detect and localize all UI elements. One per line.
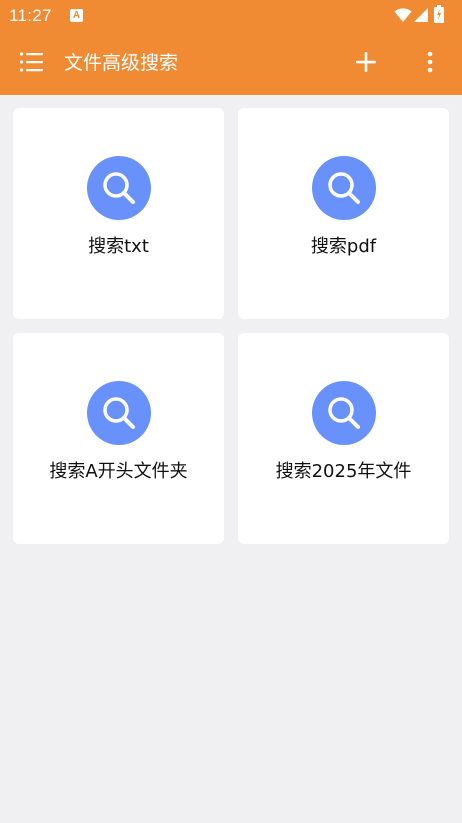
app-header: 11:27 A 文件高级搜索 <box>0 0 462 95</box>
status-icons <box>394 5 454 26</box>
more-vertical-icon <box>427 51 433 73</box>
plus-icon <box>356 52 376 72</box>
search-card-a-folders[interactable]: 搜索A开头文件夹 <box>13 333 224 544</box>
search-icon <box>87 156 151 220</box>
card-label: 搜索A开头文件夹 <box>49 461 188 482</box>
status-bar: 11:27 A <box>0 0 462 32</box>
a-notification-icon: A <box>70 9 83 22</box>
page-title: 文件高级搜索 <box>64 52 179 74</box>
search-card-2025-files[interactable]: 搜索2025年文件 <box>238 333 449 544</box>
search-icon <box>87 381 151 445</box>
card-label: 搜索pdf <box>310 236 377 257</box>
menu-button[interactable] <box>12 42 52 82</box>
card-label: 搜索txt <box>88 236 149 257</box>
wifi-icon <box>394 8 412 22</box>
card-label: 搜索2025年文件 <box>275 461 412 482</box>
battery-icon <box>434 5 444 23</box>
toolbar: 文件高级搜索 <box>0 32 462 95</box>
more-options-button[interactable] <box>410 42 450 82</box>
cellular-signal-icon <box>414 8 428 22</box>
search-card-txt[interactable]: 搜索txt <box>13 108 224 319</box>
add-button[interactable] <box>346 42 386 82</box>
list-menu-icon <box>19 52 43 72</box>
status-time: 11:27 <box>9 6 52 25</box>
search-icon <box>312 156 376 220</box>
search-card-pdf[interactable]: 搜索pdf <box>238 108 449 319</box>
search-icon <box>312 381 376 445</box>
